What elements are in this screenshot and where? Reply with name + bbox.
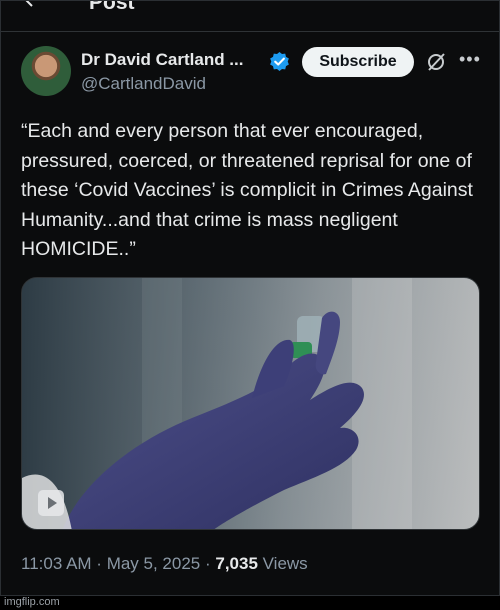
author-name[interactable]: Dr David Cartland ...: [81, 50, 243, 70]
grok-icon[interactable]: [426, 52, 446, 72]
post-meta: 11:03 AM · May 5, 2025 · 7,035 Views: [21, 554, 308, 574]
author-handle[interactable]: @CartlandDavid: [81, 74, 206, 94]
views-label: Views: [257, 554, 308, 573]
play-icon[interactable]: [38, 490, 64, 516]
post-media-video[interactable]: [21, 277, 480, 530]
post-screen: Post Dr David Cartland ... @CartlandDavi…: [0, 0, 500, 596]
post-text: “Each and every person that ever encoura…: [21, 120, 473, 260]
views-count: 7,035: [215, 554, 258, 573]
verified-badge-icon: [270, 51, 289, 72]
separator: ·: [200, 554, 216, 573]
post-time[interactable]: 11:03 AM: [21, 554, 92, 573]
avatar[interactable]: [21, 46, 71, 96]
watermark: imgflip.com: [4, 596, 60, 608]
more-horizontal-icon[interactable]: •••: [459, 50, 480, 69]
vaccine-image: [22, 278, 479, 529]
divider: [1, 31, 499, 32]
subscribe-button[interactable]: Subscribe: [302, 47, 414, 77]
separator: ·: [91, 554, 107, 573]
arrow-left-icon[interactable]: [23, 0, 37, 7]
page-title: Post: [89, 0, 135, 14]
post-date[interactable]: May 5, 2025: [107, 554, 201, 573]
top-bar: Post: [1, 0, 499, 19]
